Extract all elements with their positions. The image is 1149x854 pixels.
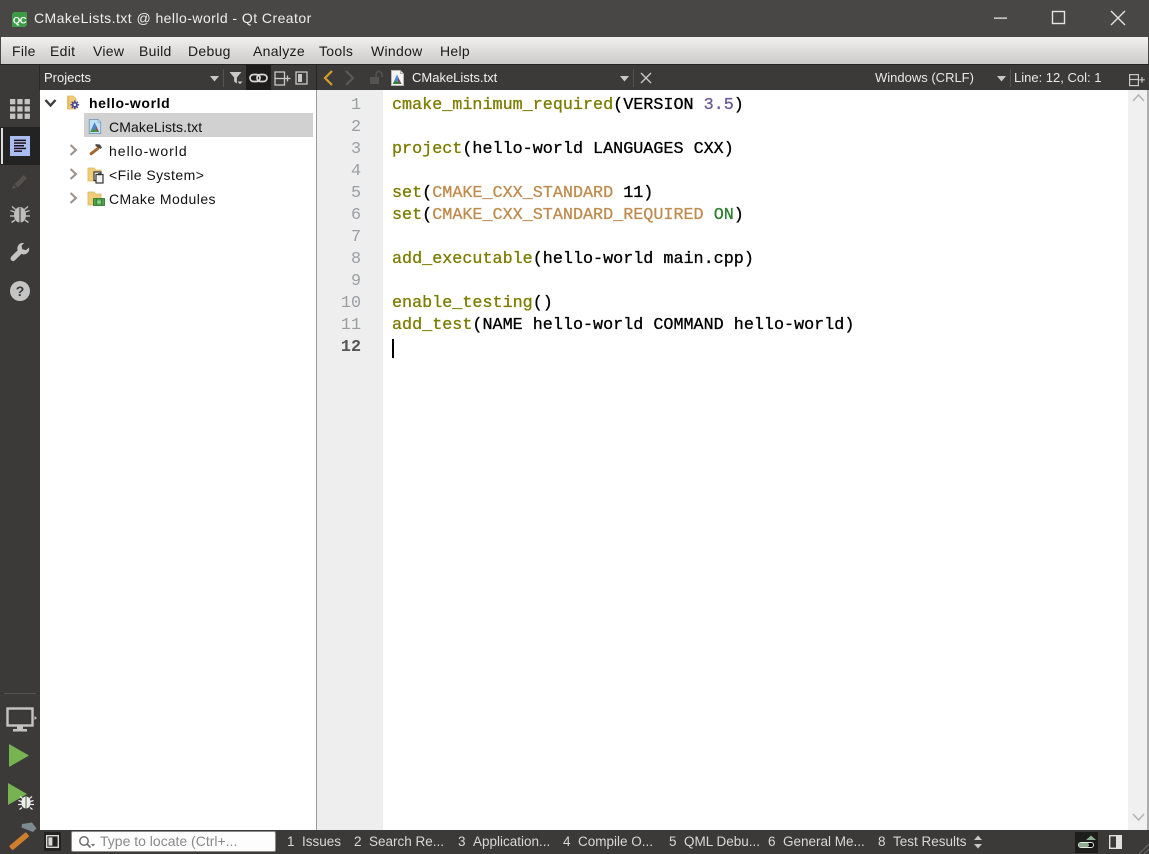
svg-text:?: ? [16, 283, 25, 299]
svg-text:QC: QC [13, 16, 27, 27]
